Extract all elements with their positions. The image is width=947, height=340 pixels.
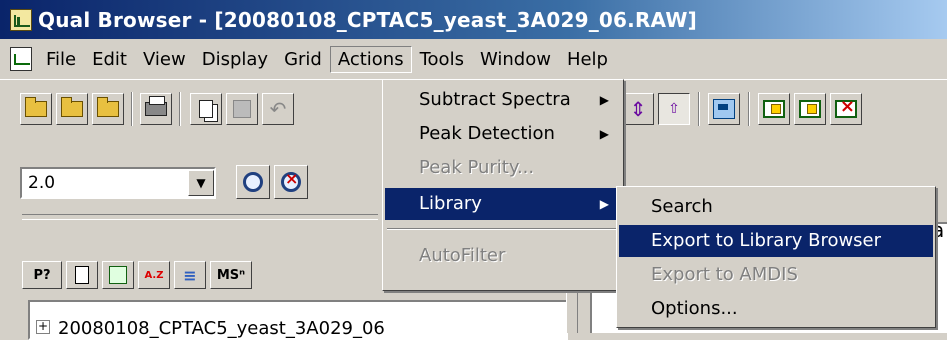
printer-icon — [145, 96, 167, 116]
tab-sort-az[interactable]: A.Z — [138, 261, 170, 289]
file-tree: + 20080108_CPTAC5_yeast_3A029_06 — [28, 300, 568, 340]
document-icon[interactable] — [10, 47, 32, 71]
menu-actions[interactable]: Actions — [329, 45, 412, 73]
paste-button[interactable] — [226, 93, 258, 125]
folder-raw-icon — [61, 97, 83, 117]
report-icon — [75, 266, 89, 284]
combo-value: 2.0 — [28, 173, 56, 193]
menu-item-label: Search — [651, 196, 713, 217]
menu-window[interactable]: Window — [472, 46, 559, 73]
menu-item-autofilter[interactable]: AutoFilter — [385, 240, 621, 272]
zoom-reset-button[interactable] — [274, 165, 308, 199]
insert-cell-button[interactable] — [758, 93, 790, 125]
menu-item-label: Peak Detection — [419, 123, 555, 144]
tab-msn-label: MSⁿ — [216, 267, 246, 283]
normalize-button[interactable]: ⇧ — [658, 93, 690, 125]
delete-cell-icon — [835, 96, 857, 118]
delete-cell-button[interactable] — [830, 93, 862, 125]
magnifier-icon — [243, 172, 263, 192]
undo-button[interactable]: ↶ — [262, 93, 294, 125]
toolbar-separator — [698, 92, 700, 126]
copy-icon — [199, 100, 213, 118]
submenu-arrow-icon: ▶ — [599, 197, 609, 211]
split-cell-button[interactable] — [794, 93, 826, 125]
up-down-arrow-icon: ⇕ — [629, 97, 647, 121]
menu-item-export-library-browser[interactable]: Export to Library Browser — [619, 225, 933, 257]
tab-msn[interactable]: MSⁿ — [210, 261, 252, 289]
normalize-icon: ⇧ — [668, 101, 680, 117]
scan-icon — [109, 266, 127, 284]
menu-item-label: Library — [419, 193, 482, 214]
submenu-arrow-icon: ▶ — [599, 93, 609, 107]
menu-item-search[interactable]: Search — [619, 191, 933, 223]
menu-item-label: Subtract Spectra — [419, 89, 571, 110]
menu-file[interactable]: File — [38, 46, 84, 73]
toolbar-separator — [131, 92, 133, 126]
open-folder-button[interactable] — [20, 93, 52, 125]
menu-grid[interactable]: Grid — [276, 46, 330, 73]
scale-toggle-button[interactable]: ⇕ — [622, 93, 654, 125]
tab-sort-az-label: A.Z — [144, 269, 164, 281]
menu-item-library[interactable]: Library ▶ — [385, 188, 621, 220]
insert-cell-icon — [763, 100, 785, 118]
library-submenu: Search Export to Library Browser Export … — [616, 186, 936, 328]
print-button[interactable] — [140, 93, 172, 125]
tab-sort-num[interactable]: ≡ — [174, 261, 206, 289]
menu-view[interactable]: View — [135, 46, 194, 73]
tab-scan[interactable] — [102, 261, 134, 289]
paste-icon — [233, 100, 251, 118]
title-bar: Qual Browser - [20080108_CPTAC5_yeast_3A… — [0, 0, 947, 39]
actions-menu: Subtract Spectra ▶ Peak Detection ▶ Peak P… — [382, 79, 624, 291]
menu-item-export-amdis[interactable]: Export to AMDIS — [619, 259, 933, 291]
menu-item-label: Options... — [651, 298, 738, 319]
menu-display[interactable]: Display — [194, 46, 276, 73]
menu-tools[interactable]: Tools — [412, 46, 472, 73]
menu-bar: File Edit View Display Grid Actions Tool… — [0, 39, 947, 79]
expand-icon[interactable]: + — [36, 320, 50, 334]
tab-report[interactable] — [66, 261, 98, 289]
split-cell-icon — [799, 100, 821, 118]
submenu-arrow-icon: ▶ — [599, 127, 609, 141]
menu-item-label: Peak Purity... — [419, 157, 535, 178]
menu-item-label: AutoFilter — [419, 245, 506, 266]
value-combo[interactable]: 2.0 ▼ — [20, 167, 216, 199]
toolbar-separator — [179, 92, 181, 126]
sort-num-icon: ≡ — [183, 265, 197, 285]
toolbar-separator — [748, 92, 750, 126]
menu-item-peak-detection[interactable]: Peak Detection ▶ — [385, 118, 621, 150]
menu-item-subtract-spectra[interactable]: Subtract Spectra ▶ — [385, 84, 621, 116]
folder-open-icon — [25, 97, 47, 117]
cell-view-icon — [713, 99, 735, 119]
undo-icon: ↶ — [269, 97, 287, 121]
view-cell-button[interactable] — [708, 93, 740, 125]
window-title: Qual Browser - [20080108_CPTAC5_yeast_3A… — [38, 7, 697, 32]
open-raw-button[interactable] — [56, 93, 88, 125]
menu-item-label: Export to AMDIS — [651, 264, 798, 285]
folder-layout-icon — [97, 97, 119, 117]
app-icon[interactable] — [10, 8, 32, 31]
menu-separator — [387, 228, 619, 230]
copy-button[interactable] — [190, 93, 222, 125]
magnifier-x-icon — [281, 169, 301, 192]
menu-item-options[interactable]: Options... — [619, 293, 933, 325]
pane-divider[interactable] — [22, 214, 378, 220]
menu-item-label: Export to Library Browser — [651, 230, 882, 251]
tab-properties-label: P? — [33, 267, 51, 283]
chevron-down-icon[interactable]: ▼ — [188, 170, 214, 196]
tree-item-raw-file[interactable]: 20080108_CPTAC5_yeast_3A029_06 — [58, 318, 385, 339]
menu-item-peak-purity[interactable]: Peak Purity... — [385, 152, 621, 184]
menu-edit[interactable]: Edit — [84, 46, 135, 73]
zoom-in-button[interactable] — [236, 165, 270, 199]
tab-properties[interactable]: P? — [22, 261, 62, 289]
open-layout-button[interactable] — [92, 93, 124, 125]
menu-help[interactable]: Help — [559, 46, 616, 73]
